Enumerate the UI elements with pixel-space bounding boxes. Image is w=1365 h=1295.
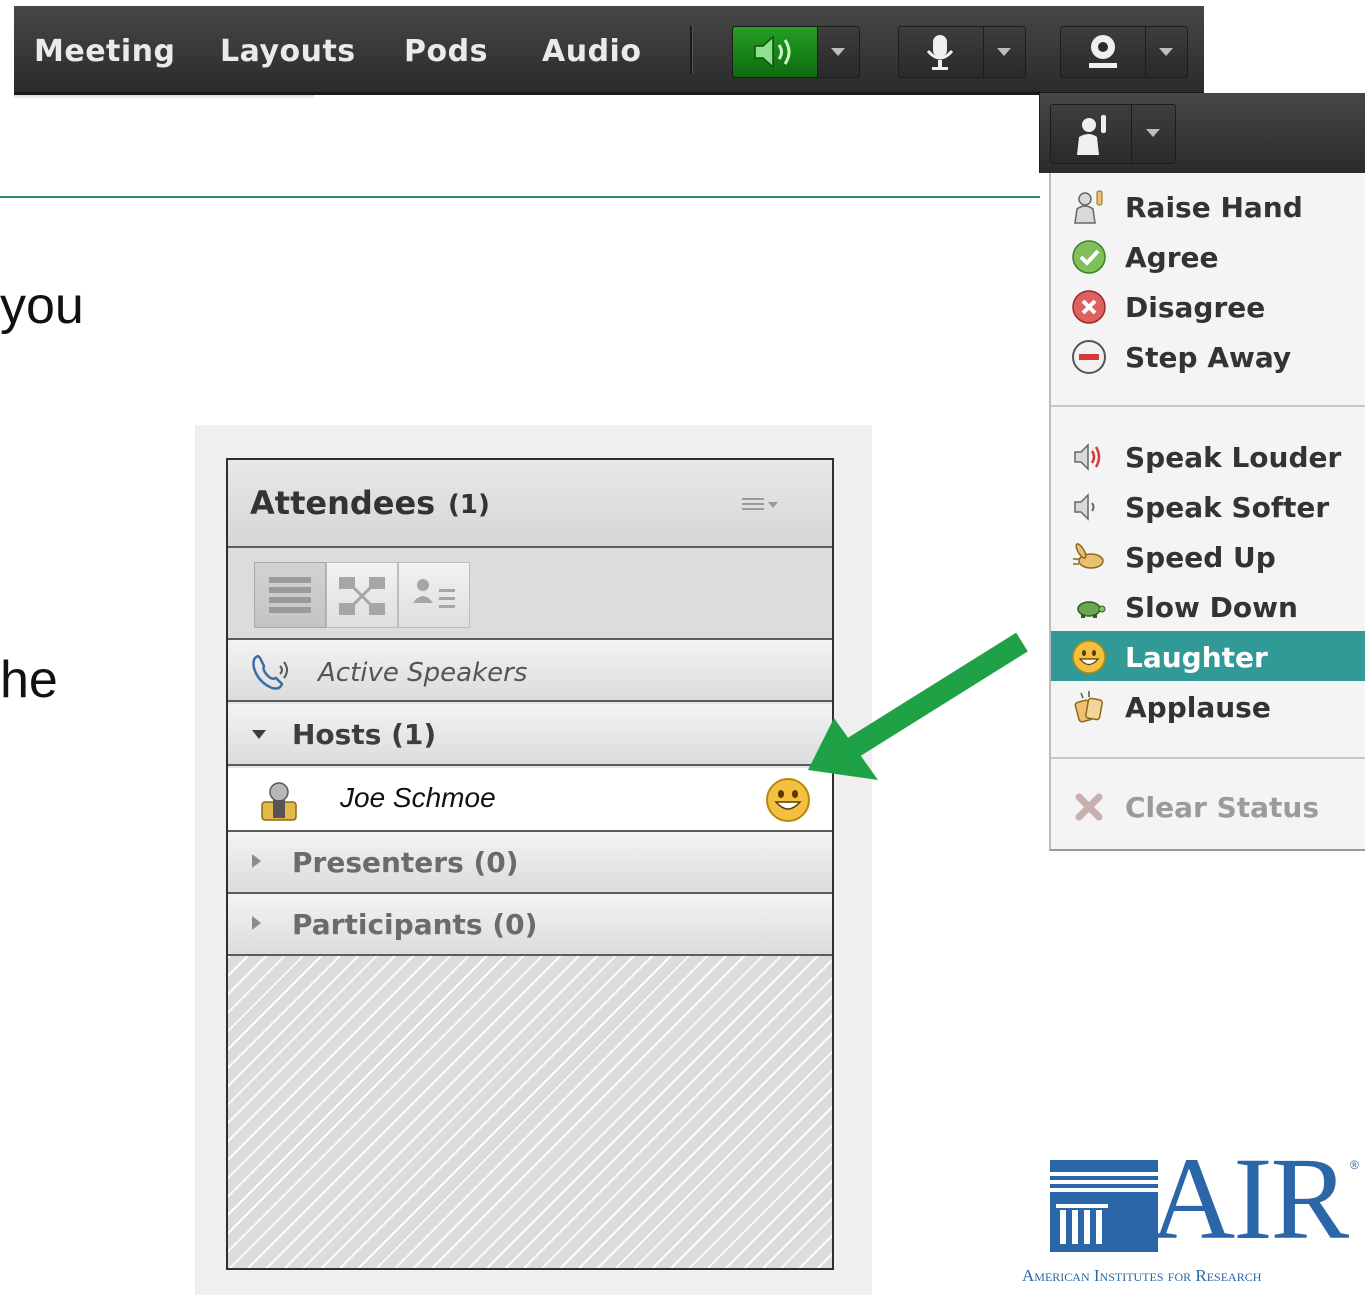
host-role-icon — [261, 782, 297, 821]
slide-text-the: he — [0, 651, 58, 709]
menu-separator — [1051, 405, 1365, 407]
collapsed-arrow-icon[interactable] — [252, 854, 261, 868]
menu-separator — [1051, 757, 1365, 759]
microphone-icon[interactable] — [899, 27, 983, 77]
participants-group-label: Participants (0) — [292, 908, 538, 941]
attendee-row[interactable]: Joe Schmoe — [228, 768, 832, 832]
menu-item-applause[interactable]: Applause — [1051, 681, 1365, 731]
webcam-icon[interactable] — [1061, 27, 1145, 77]
menu-item-label: Raise Hand — [1125, 191, 1303, 224]
logo-wordmark: AIR — [1150, 1133, 1349, 1264]
agree-check-icon — [1072, 240, 1106, 274]
menu-meeting[interactable]: Meeting — [34, 34, 176, 69]
pod-options-arrow-icon[interactable] — [768, 502, 778, 508]
menu-audio[interactable]: Audio — [542, 34, 641, 69]
attendee-name: Joe Schmoe — [340, 782, 496, 813]
slide-text-you: you — [0, 277, 84, 335]
logo-registered-mark: ® — [1350, 1158, 1359, 1172]
hosts-group-row[interactable]: Hosts (1) — [228, 704, 832, 766]
green-pointer-arrow — [808, 632, 1028, 780]
attendees-pod: Attendees (1) Active Speakers Hosts (1) … — [226, 458, 834, 1270]
menu-item-speak-louder[interactable]: Speak Louder — [1051, 431, 1365, 481]
laughter-status-icon — [766, 778, 810, 822]
menu-item-label: Agree — [1125, 241, 1219, 274]
webcam-dropdown[interactable] — [1145, 27, 1186, 77]
pod-header: Attendees (1) — [228, 460, 832, 548]
hosts-group-label: Hosts (1) — [292, 718, 437, 751]
menu-item-speed-up[interactable]: Speed Up — [1051, 531, 1365, 581]
menu-item-speak-softer[interactable]: Speak Softer — [1051, 481, 1365, 531]
menu-item-label: Clear Status — [1125, 791, 1320, 824]
active-speakers-row: Active Speakers — [228, 640, 832, 702]
status-menu: Raise Hand Agree Disagree Step Away Spea… — [1049, 173, 1365, 851]
collapsed-arrow-icon[interactable] — [252, 916, 261, 930]
phone-speaking-icon — [252, 654, 288, 690]
attendee-detail-view-icon — [413, 579, 455, 608]
attendee-detail-view-button[interactable] — [398, 562, 470, 628]
speaker-button[interactable] — [732, 26, 860, 78]
laughter-icon — [1072, 640, 1106, 674]
meeting-menubar: Meeting Layouts Pods Audio — [14, 6, 1204, 99]
microphone-dropdown[interactable] — [983, 27, 1024, 77]
menu-item-laughter[interactable]: Laughter — [1051, 631, 1365, 681]
menu-item-label: Disagree — [1125, 291, 1266, 324]
list-view-button[interactable] — [254, 562, 326, 628]
raise-hand-icon — [1074, 190, 1103, 224]
breakout-view-button[interactable] — [326, 562, 398, 628]
applause-icon — [1074, 691, 1103, 723]
raise-hand-icon — [1077, 115, 1106, 155]
clear-status-icon — [1075, 793, 1103, 821]
view-switcher — [228, 548, 832, 640]
presenters-group-label: Presenters (0) — [292, 846, 519, 879]
status-dropdown[interactable] — [1131, 105, 1176, 163]
header-rule — [0, 196, 1040, 198]
menu-item-clear-status[interactable]: Clear Status — [1051, 781, 1365, 831]
presenters-group-row[interactable]: Presenters (0) — [228, 832, 832, 894]
pod-title: Attendees — [250, 484, 436, 522]
menu-item-label: Speed Up — [1125, 541, 1276, 574]
menu-item-disagree[interactable]: Disagree — [1051, 281, 1365, 331]
menu-item-label: Speak Softer — [1125, 491, 1330, 524]
menu-item-label: Laughter — [1125, 641, 1268, 674]
webcam-button[interactable] — [1060, 26, 1188, 78]
menu-item-agree[interactable]: Agree — [1051, 231, 1365, 281]
participants-group-row[interactable]: Participants (0) — [228, 894, 832, 956]
pod-options-icon[interactable] — [742, 498, 764, 512]
menu-pods[interactable]: Pods — [404, 34, 488, 69]
speed-up-rabbit-icon — [1073, 543, 1104, 569]
speaker-dropdown[interactable] — [817, 27, 858, 77]
speak-softer-icon — [1074, 493, 1095, 521]
menubar-separator — [690, 26, 693, 74]
pod-count: (1) — [448, 490, 490, 520]
speak-louder-icon — [1074, 443, 1101, 471]
logo-subtitle: American Institutes for Research — [1022, 1266, 1262, 1285]
disagree-x-icon — [1072, 290, 1106, 324]
speaker-icon[interactable] — [733, 27, 817, 77]
microphone-button[interactable] — [898, 26, 1026, 78]
list-view-icon — [269, 577, 311, 613]
menu-item-label: Speak Louder — [1125, 441, 1342, 474]
slow-down-turtle-icon — [1077, 601, 1106, 618]
menu-item-label: Slow Down — [1125, 591, 1298, 624]
expanded-arrow-icon[interactable] — [252, 730, 266, 739]
step-away-icon — [1072, 340, 1106, 374]
menu-item-raise-hand[interactable]: Raise Hand — [1051, 181, 1365, 231]
breakout-view-icon — [339, 577, 385, 615]
menu-layouts[interactable]: Layouts — [220, 34, 356, 69]
menu-item-label: Applause — [1125, 691, 1271, 724]
menu-item-step-away[interactable]: Step Away — [1051, 331, 1365, 381]
menubar-shadow — [14, 95, 314, 99]
status-button[interactable] — [1050, 104, 1176, 164]
empty-list-area — [228, 956, 832, 1268]
menu-item-label: Step Away — [1125, 341, 1292, 374]
active-speakers-label: Active Speakers — [318, 658, 528, 688]
menu-item-slow-down[interactable]: Slow Down — [1051, 581, 1365, 631]
